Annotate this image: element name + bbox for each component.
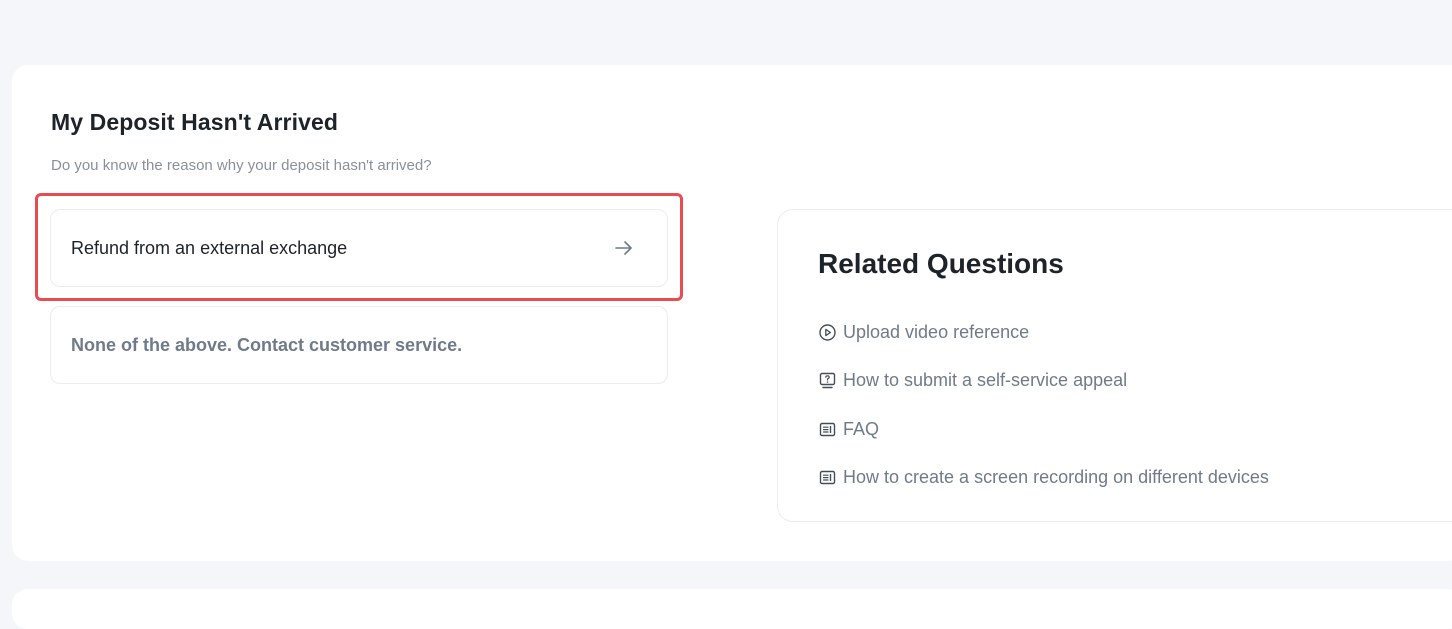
related-item-label: Upload video reference (843, 321, 1030, 342)
option-label: Refund from an external exchange (71, 237, 348, 258)
related-item-faq[interactable]: FAQ (818, 405, 1269, 454)
option-refund-external-exchange[interactable]: Refund from an external exchange (50, 209, 668, 287)
related-questions-card: Related Questions Upload video reference (777, 209, 1452, 522)
bottom-panel (12, 589, 1452, 629)
document-icon (818, 420, 836, 438)
page-subtitle: Do you know the reason why your deposit … (51, 157, 432, 174)
option-label: None of the above. Contact customer serv… (71, 334, 463, 355)
page-title: My Deposit Hasn't Arrived (51, 109, 339, 135)
arrow-right-icon (613, 237, 635, 259)
related-item-label: FAQ (843, 418, 880, 439)
related-item-self-service-appeal[interactable]: How to submit a self-service appeal (818, 357, 1269, 406)
play-circle-icon (818, 323, 836, 341)
question-box-icon (818, 372, 836, 390)
document-icon (818, 469, 836, 487)
related-item-upload-video[interactable]: Upload video reference (818, 308, 1269, 357)
deposit-panel: My Deposit Hasn't Arrived Do you know th… (12, 65, 1452, 561)
related-item-label: How to create a screen recording on diff… (843, 467, 1269, 488)
option-contact-customer-service[interactable]: None of the above. Contact customer serv… (50, 306, 668, 384)
related-item-screen-recording[interactable]: How to create a screen recording on diff… (818, 454, 1269, 503)
related-questions-title: Related Questions (818, 248, 1064, 279)
related-questions-list: Upload video reference How to submit a s… (818, 308, 1269, 502)
related-item-label: How to submit a self-service appeal (843, 370, 1128, 391)
